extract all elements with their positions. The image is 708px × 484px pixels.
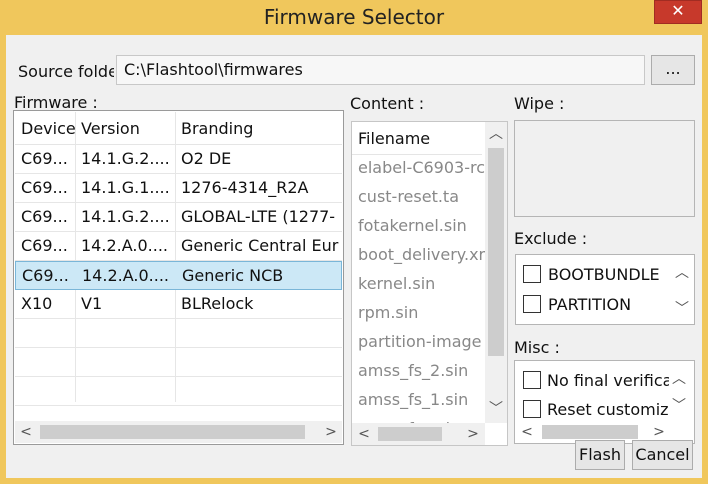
column-header-filename[interactable]: Filename: [352, 122, 482, 155]
list-item[interactable]: amss_fs_1.sin: [358, 390, 468, 409]
table-row-selected[interactable]: C69... 14.2.A.0.... Generic NCB: [15, 261, 342, 290]
scroll-down-icon[interactable]: ﹀: [672, 299, 692, 319]
content-list[interactable]: Filename elabel-C6903-rc cust-reset.ta f…: [351, 121, 508, 446]
cell-branding: Generic NCB: [182, 266, 284, 285]
list-item[interactable]: kernel.sin: [358, 274, 435, 293]
misc-label: Misc :: [514, 338, 560, 357]
table-row-empty: [15, 377, 342, 406]
cell-device: C69...: [21, 178, 68, 197]
table-row[interactable]: C69... 14.1.G.2.... O2 DE: [15, 145, 342, 174]
firmware-table[interactable]: Device Version Branding C69... 14.1.G.2.…: [13, 110, 344, 445]
reset-customization-checkbox[interactable]: [523, 400, 541, 418]
content-vertical-scrollbar[interactable]: ︿ ﹀: [485, 122, 507, 423]
column-header-device[interactable]: Device: [15, 112, 76, 145]
table-row[interactable]: X10 V1 BLRelock: [15, 290, 342, 319]
scroll-left-icon[interactable]: <: [16, 422, 36, 442]
no-final-verification-label: No final verification: [547, 371, 669, 390]
cell-version: 14.1.G.1....: [81, 178, 170, 197]
content-horizontal-scrollbar[interactable]: < >: [352, 423, 485, 445]
cell-device: C69...: [21, 236, 68, 255]
exclude-list[interactable]: BOOTBUNDLE PARTITION ︿ ﹀: [515, 254, 695, 325]
scroll-up-icon[interactable]: ︿: [672, 263, 692, 283]
table-row[interactable]: C69... 14.2.A.0.... Generic Central Eur: [15, 232, 342, 261]
list-item[interactable]: rpm.sin: [358, 303, 418, 322]
cell-device: C69...: [22, 266, 69, 285]
title-bar[interactable]: Firmware Selector ✕: [0, 0, 708, 35]
list-item[interactable]: boot_delivery.xr: [358, 245, 485, 264]
cell-device: C69...: [21, 207, 68, 226]
cell-branding: 1276-4314_R2A: [181, 178, 309, 197]
close-button[interactable]: ✕: [654, 0, 702, 24]
content-label: Content :: [350, 94, 425, 113]
table-row-empty: [15, 319, 342, 348]
scroll-right-icon[interactable]: >: [463, 424, 483, 444]
cell-version: 14.2.A.0....: [82, 266, 169, 285]
scroll-down-icon[interactable]: ﹀: [669, 396, 689, 416]
list-item[interactable]: amss_fs_2.sin: [358, 361, 468, 380]
cell-version: 14.1.G.2....: [81, 207, 170, 226]
reset-customization-label: Reset customization: [547, 400, 669, 419]
dialog-body: Source folder C:\Flashtool\firmwares ...…: [6, 35, 702, 478]
cell-branding: Generic Central Eur: [181, 236, 339, 255]
scroll-up-icon[interactable]: ︿: [486, 124, 506, 144]
partition-label: PARTITION: [548, 295, 632, 314]
scroll-thumb[interactable]: [378, 427, 442, 441]
list-item[interactable]: elabel-C6903-rc: [358, 158, 485, 177]
wipe-label: Wipe :: [514, 94, 565, 113]
cell-device: X10: [21, 294, 53, 313]
scroll-right-icon[interactable]: >: [649, 422, 669, 442]
cell-version: 14.2.A.0....: [81, 236, 168, 255]
table-row-empty: [15, 348, 342, 377]
misc-list[interactable]: No final verification Reset customizatio…: [514, 360, 695, 444]
list-item[interactable]: partition-image: [358, 332, 482, 351]
scroll-thumb[interactable]: [488, 148, 504, 356]
no-final-verification-checkbox[interactable]: [523, 371, 541, 389]
source-folder-label: Source folder: [18, 62, 114, 81]
scroll-thumb[interactable]: [542, 425, 638, 439]
scroll-left-icon[interactable]: <: [354, 424, 374, 444]
column-header-branding[interactable]: Branding: [175, 112, 342, 145]
scroll-left-icon[interactable]: <: [517, 422, 537, 442]
cancel-button[interactable]: Cancel: [632, 440, 693, 470]
table-row[interactable]: C69... 14.1.G.1.... 1276-4314_R2A: [15, 174, 342, 203]
wipe-list[interactable]: [514, 120, 695, 217]
scroll-down-icon[interactable]: ﹀: [486, 399, 506, 419]
list-item[interactable]: cust-reset.ta: [358, 187, 459, 206]
bootbundle-checkbox[interactable]: [523, 265, 541, 283]
cell-branding: BLRelock: [181, 294, 254, 313]
cell-device: C69...: [21, 149, 68, 168]
cell-version: V1: [81, 294, 103, 313]
cell-version: 14.1.G.2....: [81, 149, 170, 168]
column-header-version[interactable]: Version: [75, 112, 175, 145]
bootbundle-label: BOOTBUNDLE: [548, 265, 660, 284]
firmware-horizontal-scrollbar[interactable]: < >: [15, 421, 342, 443]
table-row[interactable]: C69... 14.1.G.2.... GLOBAL-LTE (1277-: [15, 203, 342, 232]
scroll-thumb[interactable]: [40, 425, 305, 439]
scroll-up-icon[interactable]: ︿: [669, 369, 689, 389]
window-title: Firmware Selector: [263, 5, 445, 29]
cell-branding: O2 DE: [181, 149, 232, 168]
list-item[interactable]: fotakernel.sin: [358, 216, 467, 235]
source-folder-field[interactable]: C:\Flashtool\firmwares: [116, 55, 645, 85]
flash-button[interactable]: Flash: [575, 440, 625, 470]
cell-branding: GLOBAL-LTE (1277-: [181, 207, 336, 226]
partition-checkbox[interactable]: [523, 295, 541, 313]
browse-button[interactable]: ...: [651, 55, 695, 85]
scroll-right-icon[interactable]: >: [321, 422, 341, 442]
firmware-selector-window: Firmware Selector ✕ Source folder C:\Fla…: [0, 0, 708, 484]
exclude-label: Exclude :: [514, 229, 588, 248]
